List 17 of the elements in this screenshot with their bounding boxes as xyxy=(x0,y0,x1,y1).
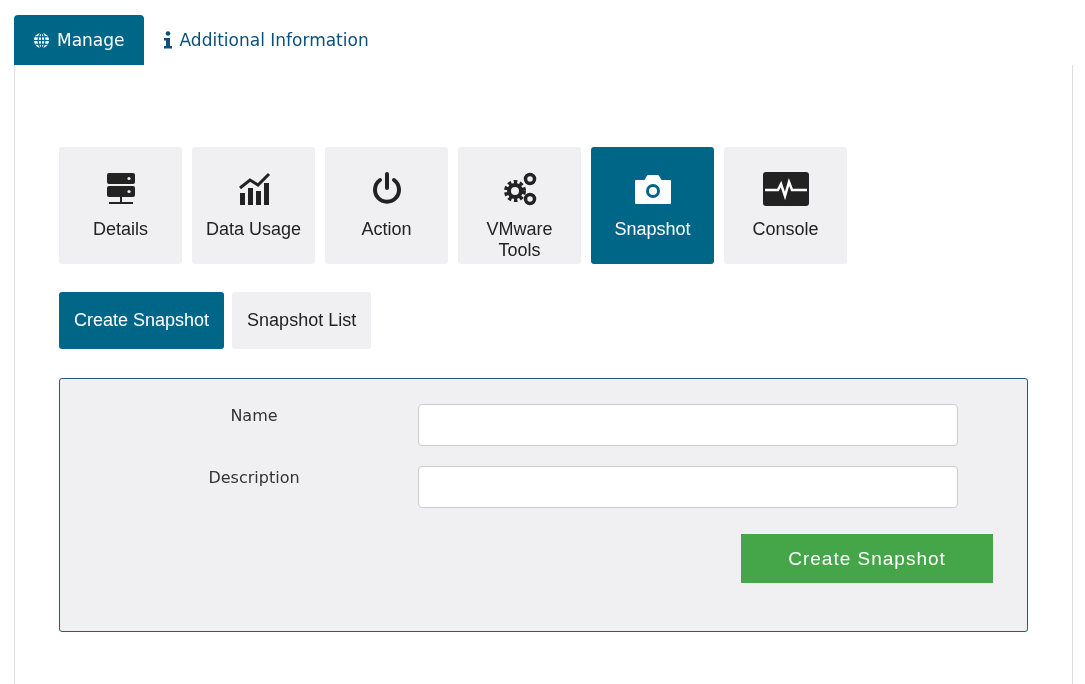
tool-tile[interactable]: Data Usage xyxy=(192,147,315,264)
info-icon xyxy=(162,31,173,49)
sub-tab[interactable]: Snapshot List xyxy=(232,292,372,349)
field-label: Description xyxy=(207,468,301,487)
sub-tab[interactable]: Create Snapshot xyxy=(59,292,225,349)
tool-tile[interactable]: Details xyxy=(59,147,182,264)
tool-tile[interactable]: VMware Tools xyxy=(458,147,581,264)
tool-tile[interactable]: Action xyxy=(325,147,448,264)
pulse-monitor-icon xyxy=(761,171,810,207)
tool-tile[interactable]: Snapshot xyxy=(591,147,714,264)
input-field[interactable] xyxy=(418,466,958,508)
tab[interactable]: Manage xyxy=(14,15,144,65)
tab[interactable]: Additional Information xyxy=(143,15,388,65)
field-label: Name xyxy=(229,406,279,425)
tool-tile[interactable]: Console xyxy=(724,147,847,264)
globe-icon xyxy=(33,31,50,49)
input-field[interactable] xyxy=(418,404,958,446)
